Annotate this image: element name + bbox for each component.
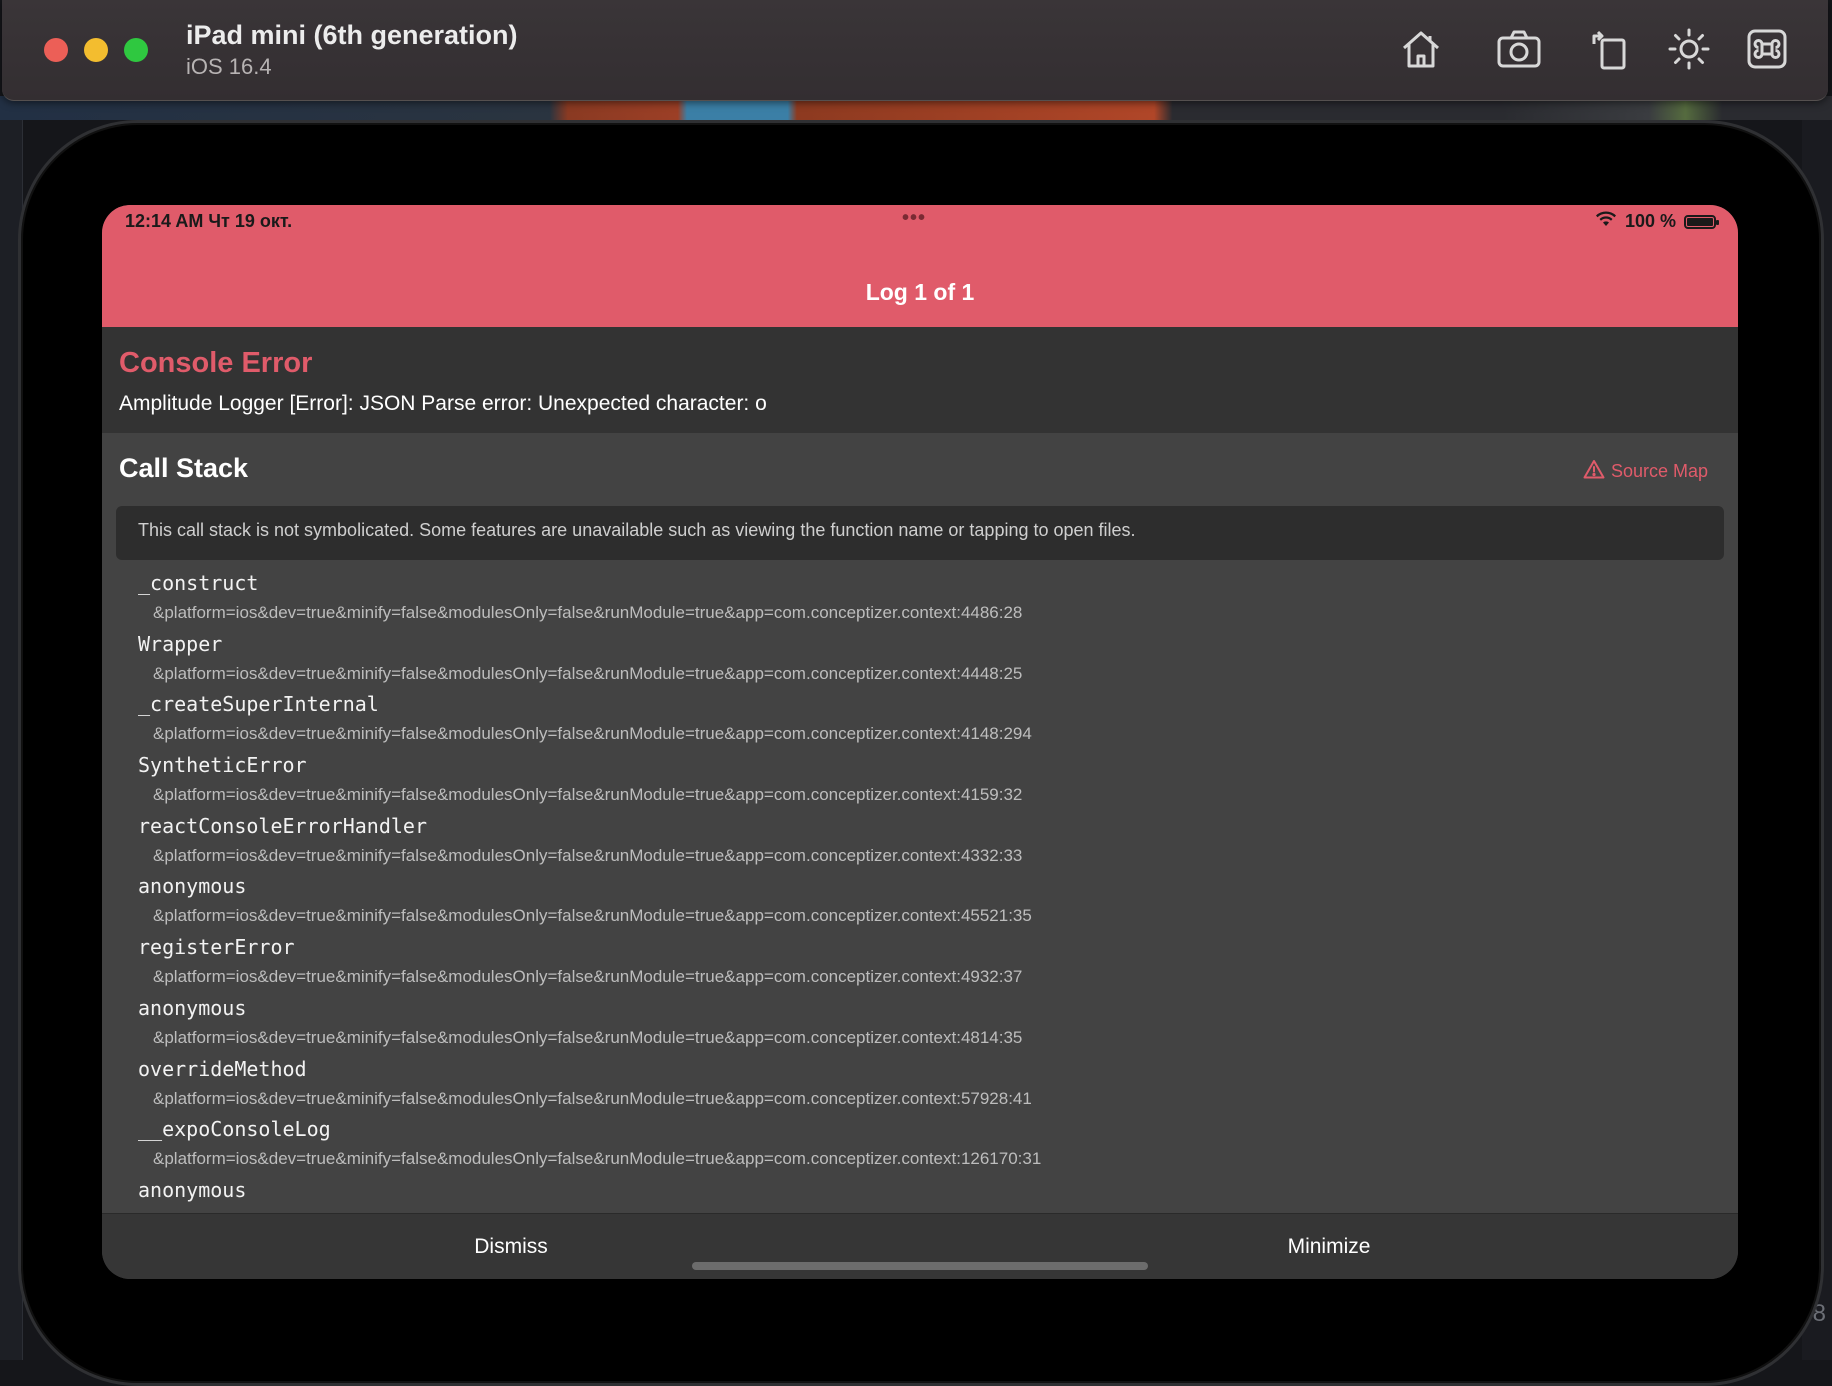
stack-frame-function: _createSuperInternal xyxy=(138,692,379,717)
source-map-button[interactable]: Source Map xyxy=(1583,459,1708,484)
multitasking-dots-icon[interactable]: ••• xyxy=(902,207,926,230)
command-icon[interactable] xyxy=(1744,26,1790,72)
device-os-version: iOS 16.4 xyxy=(186,54,272,79)
appearance-icon[interactable] xyxy=(1666,26,1712,72)
stack-frame-row[interactable]: reactConsoleErrorHandler &platform=ios&de… xyxy=(138,808,1718,869)
stack-frame-location: &platform=ios&dev=true&minify=false&modu… xyxy=(153,1088,1032,1108)
error-message: Amplitude Logger [Error]: JSON Parse err… xyxy=(119,392,767,415)
log-header: 12:14 AM Чт 19 окт. ••• 100 % Log 1 of 1 xyxy=(102,205,1738,327)
stack-frame-location: &platform=ios&dev=true&minify=false&modu… xyxy=(153,1027,1023,1047)
minimize-window-button[interactable] xyxy=(84,38,108,62)
status-right-group: 100 % xyxy=(1595,211,1719,232)
error-panel: Console Error Amplitude Logger [Error]: … xyxy=(102,327,1738,433)
stack-frame-function: Wrapper xyxy=(138,631,223,656)
home-icon[interactable] xyxy=(1398,26,1444,72)
stack-frame-function: _construct xyxy=(138,571,259,595)
stack-frame-location: &platform=ios&dev=true&minify=false&modu… xyxy=(153,845,1023,865)
stack-frame-function: anonymous xyxy=(138,874,247,899)
stack-frame-row[interactable]: registerError &platform=ios&dev=true&mini… xyxy=(138,929,1718,990)
stack-frame-row[interactable]: _createSuperInternal &platform=ios&dev=tr… xyxy=(138,686,1718,747)
dismiss-button[interactable]: Dismiss xyxy=(102,1234,920,1260)
rotate-icon[interactable] xyxy=(1588,26,1634,72)
stack-frames-list: _construct &platform=ios&dev=true&minify=… xyxy=(138,565,1718,1213)
stack-frame-function: registerError xyxy=(138,935,295,960)
stack-frame-function: anonymous xyxy=(138,995,247,1020)
stack-frame-row[interactable]: _construct &platform=ios&dev=true&minify=… xyxy=(138,565,1718,626)
stack-frame-location: &platform=ios&dev=true&minify=false&modu… xyxy=(153,724,1032,744)
stack-frame-location: &platform=ios&dev=true&minify=false&modu… xyxy=(153,663,1023,683)
call-stack-section: Call Stack Source Map This call stack is… xyxy=(102,433,1738,1213)
battery-percent: 100 % xyxy=(1624,211,1676,231)
device-name: iPad mini (6th generation) xyxy=(186,20,518,50)
ipad-screen: 12:14 AM Чт 19 окт. ••• 100 % Log 1 of 1… xyxy=(102,205,1738,1279)
status-time-date: 12:14 AM Чт 19 окт. xyxy=(125,211,293,231)
symbolication-notice: This call stack is not symbolicated. Som… xyxy=(116,506,1724,560)
log-title: Log 1 of 1 xyxy=(865,279,975,305)
close-window-button[interactable] xyxy=(44,38,68,62)
home-indicator[interactable] xyxy=(692,1262,1148,1270)
stack-frame-row[interactable]: SyntheticError &platform=ios&dev=true&min… xyxy=(138,747,1718,808)
stack-frame-function: __expoConsoleLog xyxy=(138,1117,331,1142)
zoom-window-button[interactable] xyxy=(124,38,148,62)
stack-frame-function: SyntheticError xyxy=(138,753,307,778)
battery-icon xyxy=(1684,214,1719,229)
simulator-titlebar: iPad mini (6th generation) iOS 16.4 xyxy=(2,0,1828,101)
stack-frame-location: &platform=ios&dev=true&minify=false&modu… xyxy=(153,967,1023,987)
stack-frame-function: reactConsoleErrorHandler xyxy=(138,813,427,838)
stack-frame-function: overrideMethod xyxy=(138,1056,307,1081)
stack-frame-row[interactable]: overrideMethod &platform=ios&dev=true&min… xyxy=(138,1051,1718,1112)
stack-frame-row[interactable]: anonymous xyxy=(138,1172,1718,1213)
stack-frame-function: anonymous xyxy=(138,1177,247,1202)
stack-frame-row[interactable]: Wrapper &platform=ios&dev=true&minify=fal… xyxy=(138,626,1718,687)
stack-frame-location: &platform=ios&dev=true&minify=false&modu… xyxy=(153,906,1032,926)
stack-frame-row[interactable]: __expoConsoleLog &platform=ios&dev=true&m… xyxy=(138,1111,1718,1172)
minimize-button[interactable]: Minimize xyxy=(920,1234,1738,1260)
warning-icon xyxy=(1583,459,1605,484)
error-title: Console Error xyxy=(119,347,313,379)
footer-bar: Dismiss Minimize xyxy=(102,1213,1738,1279)
stack-frame-row[interactable]: anonymous &platform=ios&dev=true&minify=f… xyxy=(138,990,1718,1051)
stack-frame-location: &platform=ios&dev=true&minify=false&modu… xyxy=(153,1149,1042,1169)
call-stack-title: Call Stack xyxy=(119,453,249,483)
wifi-icon xyxy=(1595,211,1617,232)
screenshot-icon[interactable] xyxy=(1496,26,1542,72)
stack-frame-location: &platform=ios&dev=true&minify=false&modu… xyxy=(153,603,1023,622)
stack-frame-row[interactable]: anonymous &platform=ios&dev=true&minify=f… xyxy=(138,868,1718,929)
source-map-label: Source Map xyxy=(1610,461,1708,481)
stack-frame-location: &platform=ios&dev=true&minify=false&modu… xyxy=(153,785,1023,805)
